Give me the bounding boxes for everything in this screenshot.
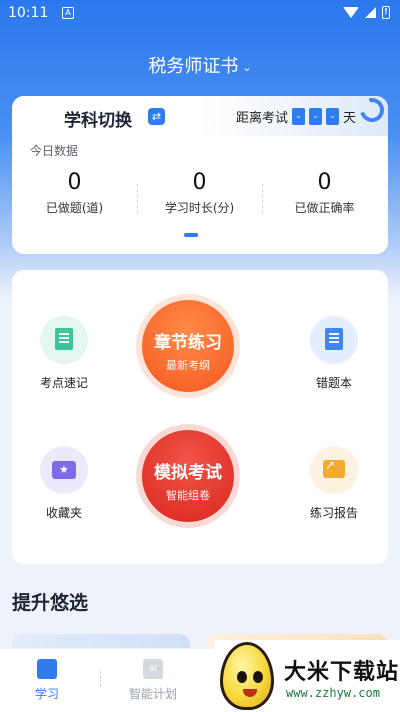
mock-exam-title: 模拟考试 xyxy=(154,463,222,483)
status-time: 10:11 xyxy=(8,5,49,21)
stat-study-time: 0 学习时长(分) xyxy=(137,170,262,216)
stat-label: 已做正确率 xyxy=(294,201,355,215)
mock-exam-button[interactable]: 模拟考试 智能组卷 xyxy=(142,430,234,522)
page-indicator xyxy=(184,233,198,237)
status-icons: ! xyxy=(343,6,390,19)
notebook-icon-glyph xyxy=(325,328,343,350)
trend-icon: ↗ xyxy=(325,458,336,472)
key-notes-button[interactable]: 考点速记 xyxy=(24,316,104,391)
battery-icon: ! xyxy=(382,6,390,19)
watermark-url: www.zzhyw.com xyxy=(286,686,380,700)
chevron-down-icon: ⌄ xyxy=(242,60,252,74)
book-icon-glyph xyxy=(55,328,73,350)
switch-icon[interactable]: ⇄ xyxy=(148,108,165,125)
page-title: 税务师证书 xyxy=(148,56,239,77)
favorites-label: 收藏夹 xyxy=(45,506,82,520)
exam-countdown: 距离考试 - - - 天 xyxy=(236,107,356,126)
watermark-title: 大米下载站 xyxy=(284,660,400,685)
countdown-prefix: 距离考试 xyxy=(236,111,289,126)
countdown-digit: - xyxy=(326,108,340,125)
course-selector[interactable]: 税务师证书 ⌄ xyxy=(0,52,400,78)
mascot-mouth xyxy=(243,689,257,697)
report-label: 练习报告 xyxy=(309,506,358,520)
chapter-practice-button[interactable]: 章节练习 最新考纲 xyxy=(142,300,234,392)
folder-star-icon: ★ xyxy=(40,446,88,494)
mascot-eye xyxy=(237,671,247,683)
star-icon: ★ xyxy=(59,463,69,476)
countdown-suffix: 天 xyxy=(343,111,357,126)
status-bar: 10:11 A ! xyxy=(0,0,400,28)
tab-label: 智能计划 xyxy=(128,687,177,701)
favorites-button[interactable]: ★ 收藏夹 xyxy=(24,446,104,521)
notebook-icon xyxy=(310,316,358,364)
subject-switch-button[interactable]: 学科切换 xyxy=(64,106,132,131)
stat-questions-done: 0 已做题(道) xyxy=(12,170,137,216)
chapter-practice-title: 章节练习 xyxy=(154,333,222,353)
countdown-digit: - xyxy=(292,108,306,125)
today-data-card: 学科切换 ⇄ 距离考试 - - - 天 今日数据 0 已做题(道) 0 学习时长… xyxy=(12,96,388,254)
chart-report-icon: ↗ xyxy=(310,446,358,494)
ai-icon: AI xyxy=(143,659,163,679)
key-notes-label: 考点速记 xyxy=(39,376,88,390)
chapter-practice-subtitle: 最新考纲 xyxy=(166,359,210,372)
function-card: 考点速记 错题本 ★ 收藏夹 ↗ 练习报告 章节练习 最新考纲 模拟考试 智能组… xyxy=(12,270,388,564)
mascot-eye xyxy=(253,671,263,683)
stat-value: 0 xyxy=(192,170,207,195)
stat-value: 0 xyxy=(317,170,332,195)
tab-label: 学习 xyxy=(34,687,59,701)
open-book-icon xyxy=(37,659,57,679)
notification-app-icon: A xyxy=(62,7,74,19)
stat-accuracy: 0 已做正确率 xyxy=(262,170,387,216)
tab-divider xyxy=(100,671,101,687)
section-title: 提升悠选 xyxy=(12,592,89,614)
stat-label: 已做题(道) xyxy=(45,201,104,215)
report-button[interactable]: ↗ 练习报告 xyxy=(294,446,374,521)
stat-label: 学习时长(分) xyxy=(164,201,235,215)
tab-study[interactable]: 学习 xyxy=(12,659,82,702)
watermark-logo: 大米下载站 www.zzhyw.com xyxy=(214,640,400,712)
stat-value: 0 xyxy=(67,170,82,195)
wrong-book-button[interactable]: 错题本 xyxy=(294,316,374,391)
mock-exam-subtitle: 智能组卷 xyxy=(166,489,210,502)
wrong-book-label: 错题本 xyxy=(315,376,352,390)
today-data-label: 今日数据 xyxy=(30,144,79,158)
book-icon xyxy=(40,316,88,364)
wifi-icon xyxy=(343,7,359,18)
egg-mascot-icon xyxy=(220,642,274,710)
signal-icon xyxy=(365,7,376,18)
countdown-digit: - xyxy=(309,108,323,125)
tab-smart-plan[interactable]: AI 智能计划 xyxy=(118,659,188,702)
